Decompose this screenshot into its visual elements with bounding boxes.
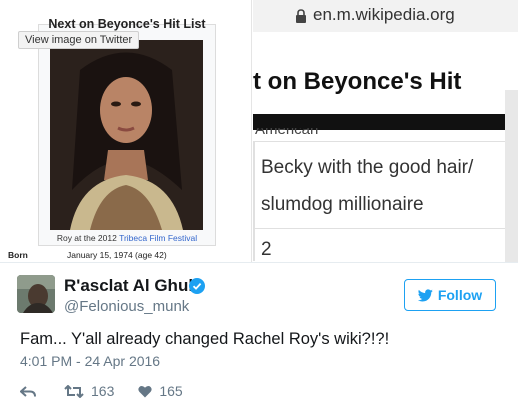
mobile-heading: t on Beyonce's Hit [253,68,462,95]
heart-icon [138,385,152,398]
born-label: Born [8,250,28,260]
verified-icon [189,278,205,294]
photo-caption: Roy at the 2012 Tribeca Film Festival [38,233,216,243]
user-handle[interactable]: @Felonious_munk [64,298,189,315]
lock-icon [295,9,307,23]
infobox-heading: Next on Beyonce's Hit List [48,17,206,31]
born-row: Born January 15, 1974 (age 42) [0,250,252,262]
tweet-actions: 163 165 [19,381,183,401]
caption-text: Roy at the 2012 [56,233,120,243]
wiki-screenshot-desktop: Next on Beyonce's Hit List View image on… [0,0,252,262]
bird-icon [417,288,433,302]
caption-link: Tribeca Film Festival [119,233,198,243]
like-count: 165 [159,383,183,399]
tweet-media[interactable]: Next on Beyonce's Hit List View image on… [0,0,518,262]
follow-label: Follow [437,287,483,303]
retweet-button[interactable]: 163 [64,383,114,399]
view-image-on-twitter-tooltip[interactable]: View image on Twitter [18,31,140,49]
children-value: 2 [261,239,272,260]
cut-off-text: American [255,128,319,138]
portrait-photo [50,40,203,230]
reply-icon [19,385,36,397]
table-edge [505,90,518,262]
row-divider [255,228,518,229]
timestamp[interactable]: 4:01 PM - 24 Apr 2016 [20,353,160,369]
retweet-count: 163 [91,383,115,399]
tweet-text: Fam... Y'all already changed Rachel Roy'… [20,330,390,348]
wiki-screenshot-mobile: en.m.wikipedia.org t on Beyonce's Hit Am… [253,0,518,262]
tweet-card: R'asclat Al Ghul @Felonious_munk Follow … [0,262,518,413]
url-bar: en.m.wikipedia.org [253,0,518,32]
display-name[interactable]: R'asclat Al Ghul [64,276,193,296]
retweet-icon [64,384,84,398]
spouse-line-2: slumdog millionaire [261,194,424,215]
born-value: January 15, 1974 (age 42) [67,250,167,260]
avatar[interactable] [17,275,55,313]
url-text: en.m.wikipedia.org [313,5,455,24]
like-button[interactable]: 165 [138,383,183,399]
spouse-line-1: Becky with the good hair/ [261,157,474,178]
follow-button[interactable]: Follow [404,279,496,311]
infobox-table: Becky with the good hair/ slumdog millio… [253,141,518,261]
reply-button[interactable] [19,385,36,397]
row-divider [255,141,518,142]
